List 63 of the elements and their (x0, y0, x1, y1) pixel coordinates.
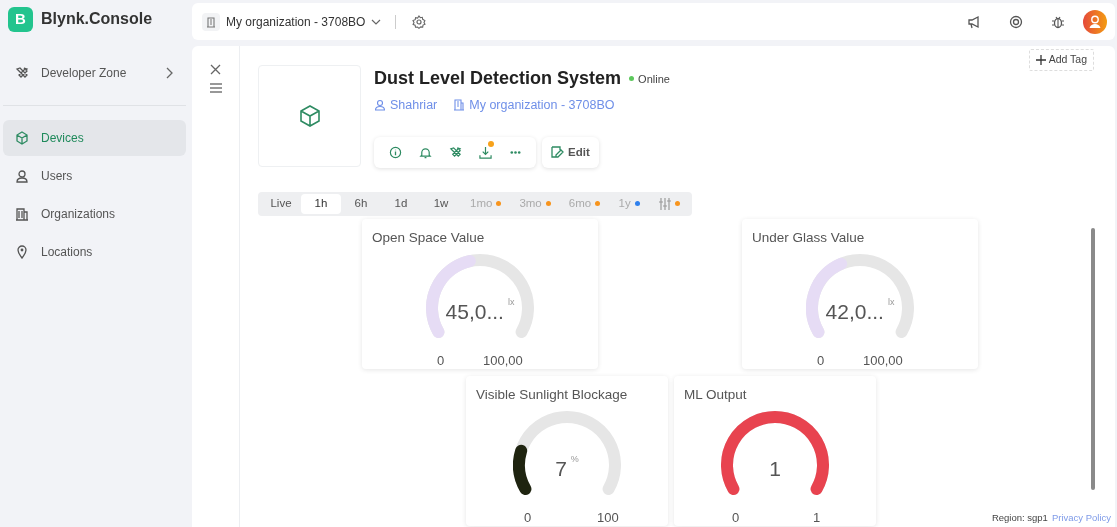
gauge-value: 45,0... (445, 300, 504, 323)
chevron-right-icon (165, 67, 174, 79)
sidebar-item[interactable]: Users (3, 158, 186, 194)
building-icon (453, 99, 466, 112)
info-icon[interactable] (388, 145, 402, 159)
tools-icon[interactable] (448, 145, 462, 159)
gauge-title: ML Output (684, 385, 748, 404)
gauge-max: 100,00 (863, 352, 903, 370)
gauge-value: 1 (769, 457, 781, 480)
unit-label: % (570, 454, 579, 464)
gauge-min: 0 (732, 509, 740, 527)
organization-selector[interactable]: My organization - 3708BO (202, 12, 382, 31)
edit-icon (551, 146, 564, 159)
time-range-tab[interactable]: 6h (341, 193, 381, 214)
megaphone-icon[interactable] (967, 14, 981, 29)
building-icon (202, 12, 220, 31)
status-indicator: Online (629, 69, 670, 88)
tools-icon (15, 66, 29, 80)
sliders-icon (658, 197, 671, 210)
plus-icon (1035, 54, 1046, 65)
gauge-title: Open Space Value (372, 228, 486, 247)
time-range-tab[interactable]: Live (261, 193, 301, 214)
gauge-min: 0 (817, 352, 825, 370)
gauge-title: Under Glass Value (752, 228, 866, 247)
sidebar-item[interactable]: Devices (3, 120, 186, 156)
gauge-max: 1 (813, 509, 821, 527)
person-icon (374, 99, 386, 112)
chevron-down-icon (371, 18, 382, 25)
lifebuoy-icon[interactable] (1009, 14, 1023, 29)
unit-label: lx (887, 297, 895, 307)
gauge-title: Visible Sunlight Blockage (476, 385, 629, 404)
sidebar-item[interactable]: Organizations (3, 196, 186, 232)
unit-label: lx (507, 297, 515, 307)
gauge-min: 0 (437, 352, 445, 370)
scrollbar[interactable] (1091, 228, 1095, 490)
gauge-value: 42,0... (825, 300, 884, 323)
bell-icon[interactable] (418, 145, 432, 159)
logo-icon: B (8, 6, 33, 32)
download-icon[interactable] (478, 145, 492, 159)
cube-icon (15, 131, 29, 145)
close-icon[interactable] (208, 62, 223, 77)
app-name: Blynk.Console (41, 9, 153, 29)
bug-icon[interactable] (1051, 14, 1065, 29)
region-label: Region: sgp1 (991, 510, 1048, 525)
add-tag-button[interactable]: Add Tag (1028, 49, 1094, 71)
settings-icon[interactable] (412, 14, 427, 29)
gauge-value: 7 (555, 457, 567, 480)
device-title: Dust Level Detection System (374, 67, 622, 90)
gauge-max: 100 (597, 509, 619, 527)
building-icon (15, 207, 29, 221)
sidebar-item[interactable]: Developer Zone (3, 55, 186, 91)
avatar-icon[interactable] (1083, 9, 1107, 34)
time-range-tab[interactable]: 1h (301, 193, 341, 214)
person-icon (15, 169, 29, 183)
gauge-min: 0 (524, 509, 532, 527)
time-range-tab[interactable]: 1d (381, 193, 421, 214)
sidebar-item[interactable]: Locations (3, 234, 186, 270)
time-range-tab[interactable]: 1w (421, 193, 461, 214)
gauge-max: 100,00 (483, 352, 523, 370)
edit-button[interactable]: Edit (542, 136, 599, 168)
notification-dot (488, 141, 494, 148)
menu-icon[interactable] (207, 81, 224, 95)
location-pin-icon (15, 245, 29, 259)
